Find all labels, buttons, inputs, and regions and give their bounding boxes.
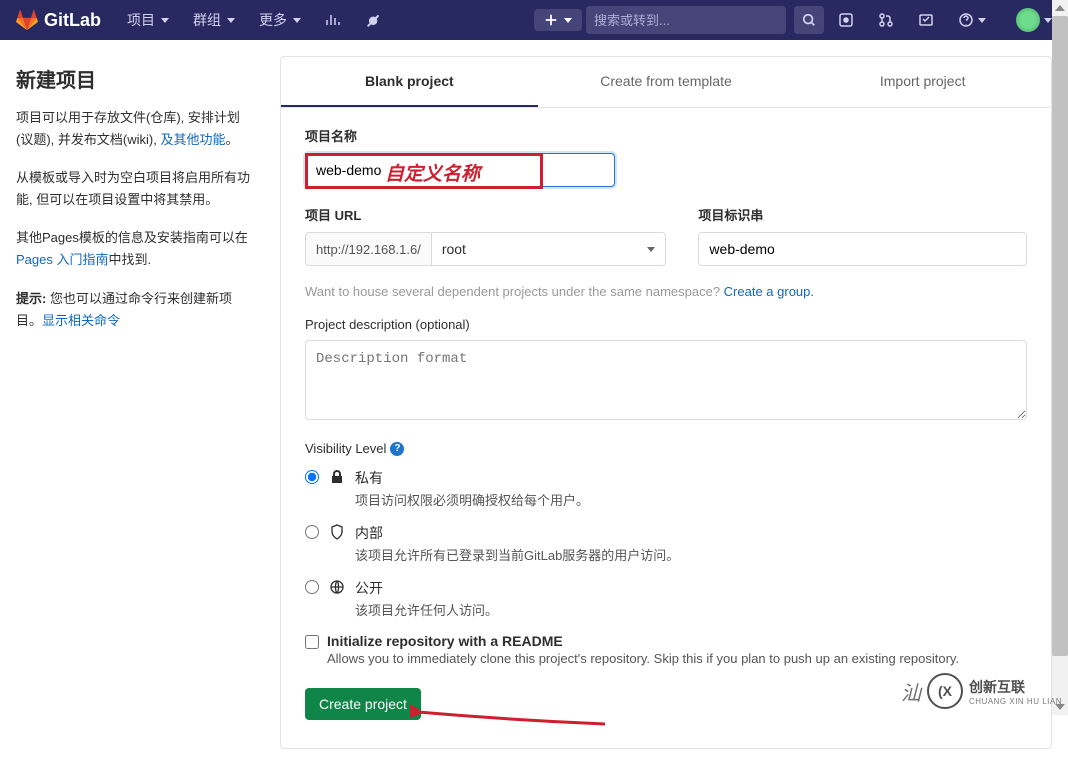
readme-row[interactable]: Initialize repository with a README Allow… (305, 633, 1027, 666)
vis-internal-radio[interactable] (305, 525, 319, 539)
vis-public-option[interactable]: 公开该项目允许任何人访问。 (305, 578, 1027, 619)
chevron-down-icon (161, 18, 169, 23)
readme-label: Initialize repository with a README (327, 633, 959, 649)
vis-private-option[interactable]: 私有项目访问权限必须明确授权给每个用户。 (305, 468, 1027, 509)
watermark: 汕 (X 创新互联CHUANG XIN HU LIAN (901, 673, 1062, 709)
visibility-label: Visibility Level? (305, 441, 1027, 456)
chevron-down-icon (647, 247, 655, 252)
vis-private-radio[interactable] (305, 470, 319, 484)
url-input-group: http://192.168.1.6/ root (305, 232, 666, 266)
vis-private-desc: 项目访问权限必须明确授权给每个用户。 (355, 490, 589, 509)
namespace-hint: Want to house several dependent projects… (305, 284, 1027, 299)
vis-public-desc: 该项目允许任何人访问。 (355, 600, 498, 619)
topbar-right (534, 2, 1052, 38)
activity-icon[interactable] (315, 6, 351, 34)
tab-import[interactable]: Import project (794, 57, 1051, 107)
lock-icon (329, 469, 345, 485)
watermark-script: 汕 (901, 677, 921, 706)
todos-icon[interactable] (908, 6, 944, 34)
sidebar: 新建项目 项目可以用于存放文件(仓库), 安排计划(议题), 并发布文档(wik… (16, 56, 256, 749)
scrollbar-up[interactable] (1052, 0, 1068, 16)
url-row: 项目 URL http://192.168.1.6/ root 项目标识串 (305, 205, 1027, 266)
desc-label: Project description (optional) (305, 317, 1027, 332)
project-name-label: 项目名称 (305, 126, 1027, 145)
plus-icon (544, 13, 558, 27)
create-project-button[interactable]: Create project (305, 688, 421, 720)
globe-icon (329, 579, 345, 595)
form: 项目名称 自定义名称 项目 URL http://192.168.1.6/ ro… (281, 108, 1051, 748)
url-prefix: http://192.168.1.6/ (305, 232, 431, 266)
chevron-down-icon (564, 18, 572, 23)
user-menu[interactable] (1000, 2, 1052, 38)
url-col: 项目 URL http://192.168.1.6/ root (305, 205, 666, 266)
search-input[interactable] (594, 13, 778, 28)
search-box[interactable] (586, 6, 786, 34)
page-title: 新建项目 (16, 64, 256, 93)
nav-groups[interactable]: 群组 (183, 4, 245, 36)
shield-icon (329, 524, 345, 540)
show-command-link[interactable]: 显示相关命令 (42, 313, 120, 328)
vis-internal-title: 内部 (355, 523, 679, 543)
scrollbar[interactable] (1052, 0, 1068, 715)
desc-input[interactable] (305, 340, 1027, 420)
sidebar-para3: 其他Pages模板的信息及安装指南可以在Pages 入门指南中找到. (16, 227, 256, 271)
chevron-down-icon (227, 18, 235, 23)
chevron-down-icon (293, 18, 301, 23)
logo[interactable]: GitLab (16, 9, 101, 31)
watermark-sub: CHUANG XIN HU LIAN (969, 697, 1062, 706)
chevron-down-icon (1044, 18, 1052, 23)
main-panel: Blank project Create from template Impor… (280, 56, 1052, 749)
tab-template[interactable]: Create from template (538, 57, 795, 107)
sidebar-tip: 提示: 您也可以通过命令行来创建新项目。显示相关命令 (16, 288, 256, 332)
scrollbar-thumb[interactable] (1052, 16, 1068, 656)
readme-desc: Allows you to immediately clone this pro… (327, 651, 959, 666)
project-name-wrap: 自定义名称 (305, 153, 1027, 187)
vis-public-radio[interactable] (305, 580, 319, 594)
features-link[interactable]: 及其他功能 (160, 132, 225, 147)
tabs: Blank project Create from template Impor… (281, 57, 1051, 108)
gitlab-logo-icon (16, 9, 38, 31)
slug-col: 项目标识串 (698, 205, 1027, 266)
readme-checkbox[interactable] (305, 635, 319, 649)
project-slug-label: 项目标识串 (698, 205, 1027, 224)
search-button[interactable] (794, 6, 824, 34)
watermark-logo: (X (927, 673, 963, 709)
vis-public-title: 公开 (355, 578, 498, 598)
project-name-input[interactable] (305, 153, 615, 187)
topbar-left: GitLab 项目 群组 更多 (16, 4, 391, 36)
help-icon[interactable]: ? (390, 442, 404, 456)
namespace-select[interactable]: root (431, 232, 667, 266)
create-group-link[interactable]: Create a group. (724, 284, 814, 299)
vis-internal-desc: 该项目允许所有已登录到当前GitLab服务器的用户访问。 (355, 545, 679, 564)
vis-private-title: 私有 (355, 468, 589, 488)
merge-requests-icon[interactable] (868, 6, 904, 34)
sidebar-para1: 项目可以用于存放文件(仓库), 安排计划(议题), 并发布文档(wiki), 及… (16, 107, 256, 151)
new-button[interactable] (534, 9, 582, 31)
sidebar-para2: 从模板或导入时为空白项目将启用所有功能, 但可以在项目设置中将其禁用。 (16, 167, 256, 211)
brand-text: GitLab (44, 10, 101, 31)
watermark-text: 创新互联 (969, 677, 1062, 697)
project-url-label: 项目 URL (305, 205, 666, 224)
issues-icon[interactable] (828, 6, 864, 34)
avatar (1016, 8, 1040, 32)
nav-projects[interactable]: 项目 (117, 4, 179, 36)
search-icon (802, 13, 816, 27)
help-icon[interactable] (948, 6, 996, 34)
pages-guide-link[interactable]: Pages 入门指南 (16, 252, 108, 267)
nav-more[interactable]: 更多 (249, 4, 311, 36)
topbar: GitLab 项目 群组 更多 (0, 0, 1068, 40)
chevron-down-icon (978, 18, 986, 23)
page: 新建项目 项目可以用于存放文件(仓库), 安排计划(议题), 并发布文档(wik… (0, 40, 1068, 765)
vis-internal-option[interactable]: 内部该项目允许所有已登录到当前GitLab服务器的用户访问。 (305, 523, 1027, 564)
wrench-icon[interactable] (355, 6, 391, 34)
visibility-section: Visibility Level? 私有项目访问权限必须明确授权给每个用户。 内… (305, 441, 1027, 619)
project-slug-input[interactable] (698, 232, 1027, 266)
tab-blank[interactable]: Blank project (281, 57, 538, 107)
